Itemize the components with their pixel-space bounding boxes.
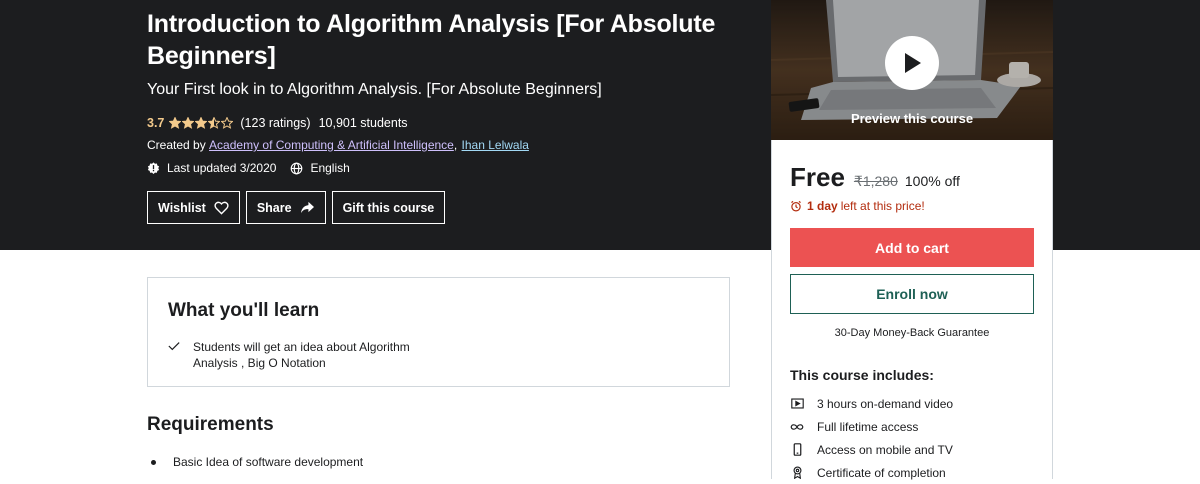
money-back-guarantee: 30-Day Money-Back Guarantee [834,327,990,339]
star-icon [208,117,221,129]
list-item: Certificate of completion [790,461,953,484]
list-item: Students will get an idea about Algorith… [168,339,448,371]
globe-icon [291,162,303,174]
timer-text: left at this price! [840,199,925,213]
wishlist-label: Wishlist [158,200,206,215]
requirements-title: Requirements [147,414,274,435]
rating-value: 3.7 [147,116,165,130]
list-item: 3 hours on-demand video [790,392,953,415]
include-label-video: 3 hours on-demand video [817,396,954,411]
infinity-icon [790,423,804,430]
learn-title: What you'll learn [168,300,320,321]
share-button[interactable]: Share [245,191,326,224]
star-icon [195,117,208,129]
video-icon [790,398,804,409]
last-updated: Last updated 3/2020 [147,161,276,175]
last-updated-text: Last updated 3/2020 [167,161,277,175]
requirement-text: Basic Idea of software development [173,455,364,469]
preview-label: Preview this course [850,111,974,126]
star-icon [169,117,182,129]
share-label: Share [256,200,292,215]
play-icon [905,53,921,73]
ratings-count-link[interactable]: (123 ratings) [240,116,310,130]
discount-percent: 100% off [904,173,960,189]
rating-row: 3.7 (123 ratings) 10,901 students [147,114,408,132]
instructor-link-academy[interactable]: Academy of Computing & Artificial Intell… [209,138,454,152]
course-title: Introduction to Algorithm Analysis [For … [147,10,716,70]
include-label-lifetime: Full lifetime access [817,419,919,434]
star-icon [182,117,195,129]
share-arrow-icon [300,201,314,214]
preview-video[interactable]: Preview this course [771,0,1053,140]
price-row: Free ₹1,280 100% off [790,162,960,193]
add-to-cart-button[interactable]: Add to cart [790,228,1034,267]
meta-row: Last updated 3/2020 English [147,160,364,176]
timer-bold: 1 day [807,199,838,213]
course-subtitle: Your First look in to Algorithm Analysis… [147,81,602,98]
certificate-icon [793,466,801,479]
list-item: Full lifetime access [790,415,953,438]
gift-course-button[interactable]: Gift this course [331,191,446,224]
wishlist-button[interactable]: Wishlist [147,191,240,224]
what-you-learn-box: What you'll learn Students will get an i… [147,277,730,387]
includes-list: 3 hours on-demand video Full lifetime ac… [790,392,953,484]
discount-timer: 1 day left at this price! [790,199,925,213]
play-button[interactable] [885,36,939,90]
include-label-certificate: Certificate of completion [817,465,946,480]
heart-icon [214,201,229,215]
bullet-icon [151,459,156,465]
list-item: Basic Idea of software development [147,455,363,469]
learn-item-text: Students will get an idea about Algorith… [193,340,410,370]
hero-actions: Wishlist Share Gift this course [147,191,451,224]
include-label-mobile: Access on mobile and TV [817,442,953,457]
created-by-label: Created by [147,138,206,152]
star-icon [221,117,234,129]
instructor-link-ihan[interactable]: Ihan Lelwala [462,138,529,152]
language-text: English [310,161,350,175]
purchase-sidebar: Free ₹1,280 100% off 1 day left at this … [771,140,1053,480]
check-icon [168,342,180,351]
gift-label: Gift this course [342,200,435,215]
list-item: Access on mobile and TV [790,438,953,461]
mobile-icon [793,443,801,456]
original-price: ₹1,280 [853,173,898,189]
creator-row: Created by Academy of Computing & Artifi… [147,138,529,152]
alert-badge-icon [147,161,160,174]
alarm-clock-icon [791,200,801,212]
current-price: Free [790,162,845,192]
students-count: 10,901 students [318,116,408,130]
language: English [290,161,350,175]
includes-title: This course includes: [790,367,934,383]
enroll-now-button[interactable]: Enroll now [790,274,1034,314]
star-rating [169,117,234,129]
